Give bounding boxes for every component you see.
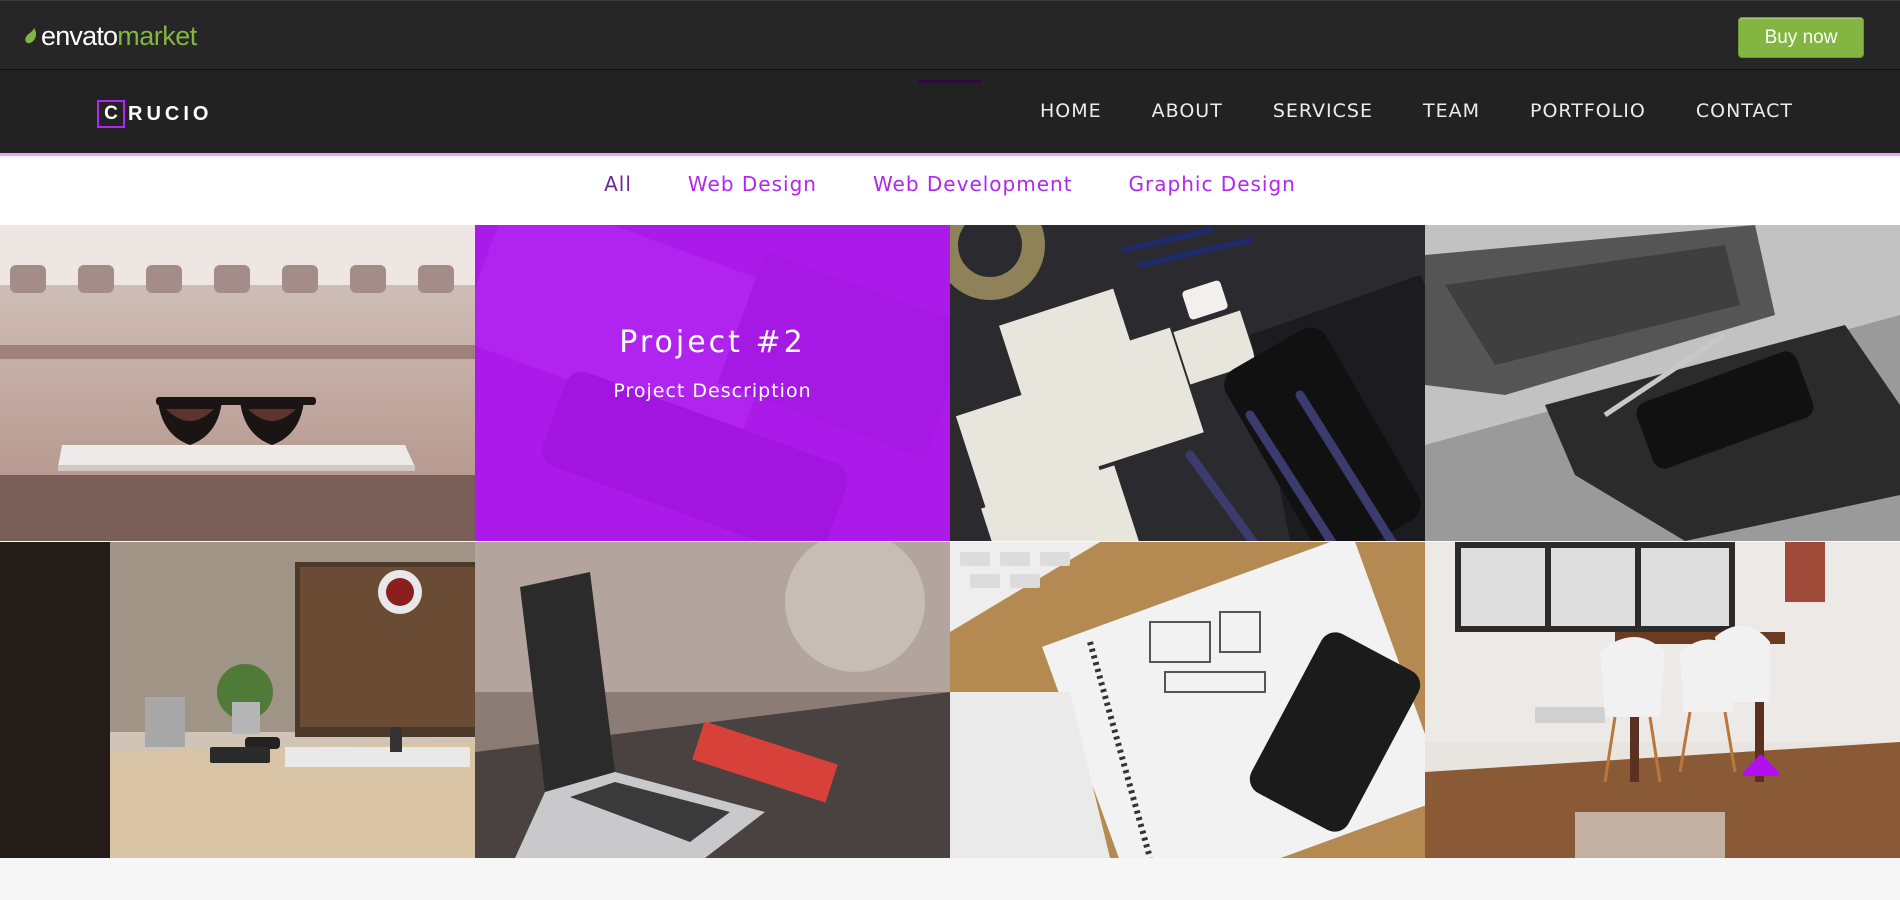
page-footer-strip <box>0 858 1900 900</box>
nav-item-team[interactable]: TEAM <box>1423 100 1480 122</box>
laptop-phone-notebook-photo <box>1425 225 1900 541</box>
nav-item-about[interactable]: ABOUT <box>1152 100 1223 122</box>
project-title: Project #2 <box>619 324 806 360</box>
logo-text: RUCIO <box>128 102 213 125</box>
portfolio-item-7[interactable] <box>950 542 1425 858</box>
dining-chairs-room-photo <box>1425 542 1900 858</box>
project-hover-overlay: Project #2 Project Description <box>475 225 950 541</box>
nav-item-contact[interactable]: CONTACT <box>1696 100 1793 122</box>
portfolio-item-1[interactable] <box>0 225 475 541</box>
buy-now-button[interactable]: Buy now <box>1738 17 1864 58</box>
envato-leaf-icon <box>25 28 37 44</box>
logo-initial-box: C <box>97 100 125 128</box>
portfolio-item-2[interactable]: Project #2 Project Description <box>475 225 950 541</box>
portfolio-item-5[interactable] <box>0 542 475 858</box>
filter-web-design[interactable]: Web Design <box>688 172 817 196</box>
scroll-to-top-icon[interactable] <box>1742 752 1780 778</box>
nav-item-portfolio[interactable]: PORTFOLIO <box>1530 100 1646 122</box>
desk-monitor-photo <box>0 542 475 858</box>
filter-graphic-design[interactable]: Graphic Design <box>1129 172 1296 196</box>
portfolio-filter-bar: All Web Design Web Development Graphic D… <box>0 159 1900 225</box>
portfolio-item-4[interactable] <box>1425 225 1900 541</box>
site-header: C RUCIO HOME ABOUT SERVICSE TEAM PORTFOL… <box>0 70 1900 156</box>
filter-web-development[interactable]: Web Development <box>873 172 1073 196</box>
wireframe-sketches-photo <box>950 225 1425 541</box>
nav-item-services[interactable]: SERVICSE <box>1273 100 1373 122</box>
nav-active-indicator <box>918 80 982 83</box>
macbook-red-notebook-photo <box>475 542 950 858</box>
portfolio-grid: Project #2 Project Description <box>0 225 1900 858</box>
envato-top-bar: envato market Buy now <box>0 0 1900 70</box>
envato-logo-word: envato <box>41 20 118 51</box>
nav-item-home[interactable]: HOME <box>1040 100 1102 122</box>
project-description: Project Description <box>613 379 812 402</box>
portfolio-item-3[interactable] <box>950 225 1425 541</box>
filter-list: All Web Design Web Development Graphic D… <box>0 159 1900 209</box>
notebook-wireframe-photo <box>950 542 1425 858</box>
main-nav: HOME ABOUT SERVICSE TEAM PORTFOLIO CONTA… <box>1040 100 1793 122</box>
sunglasses-on-laptop-photo <box>0 225 475 541</box>
envato-market-logo[interactable]: envato market <box>24 21 197 51</box>
site-logo[interactable]: C RUCIO <box>97 100 212 128</box>
portfolio-item-6[interactable] <box>475 542 950 858</box>
filter-all[interactable]: All <box>604 172 632 196</box>
portfolio-item-8[interactable] <box>1425 542 1900 858</box>
market-logo-word: market <box>117 20 197 51</box>
